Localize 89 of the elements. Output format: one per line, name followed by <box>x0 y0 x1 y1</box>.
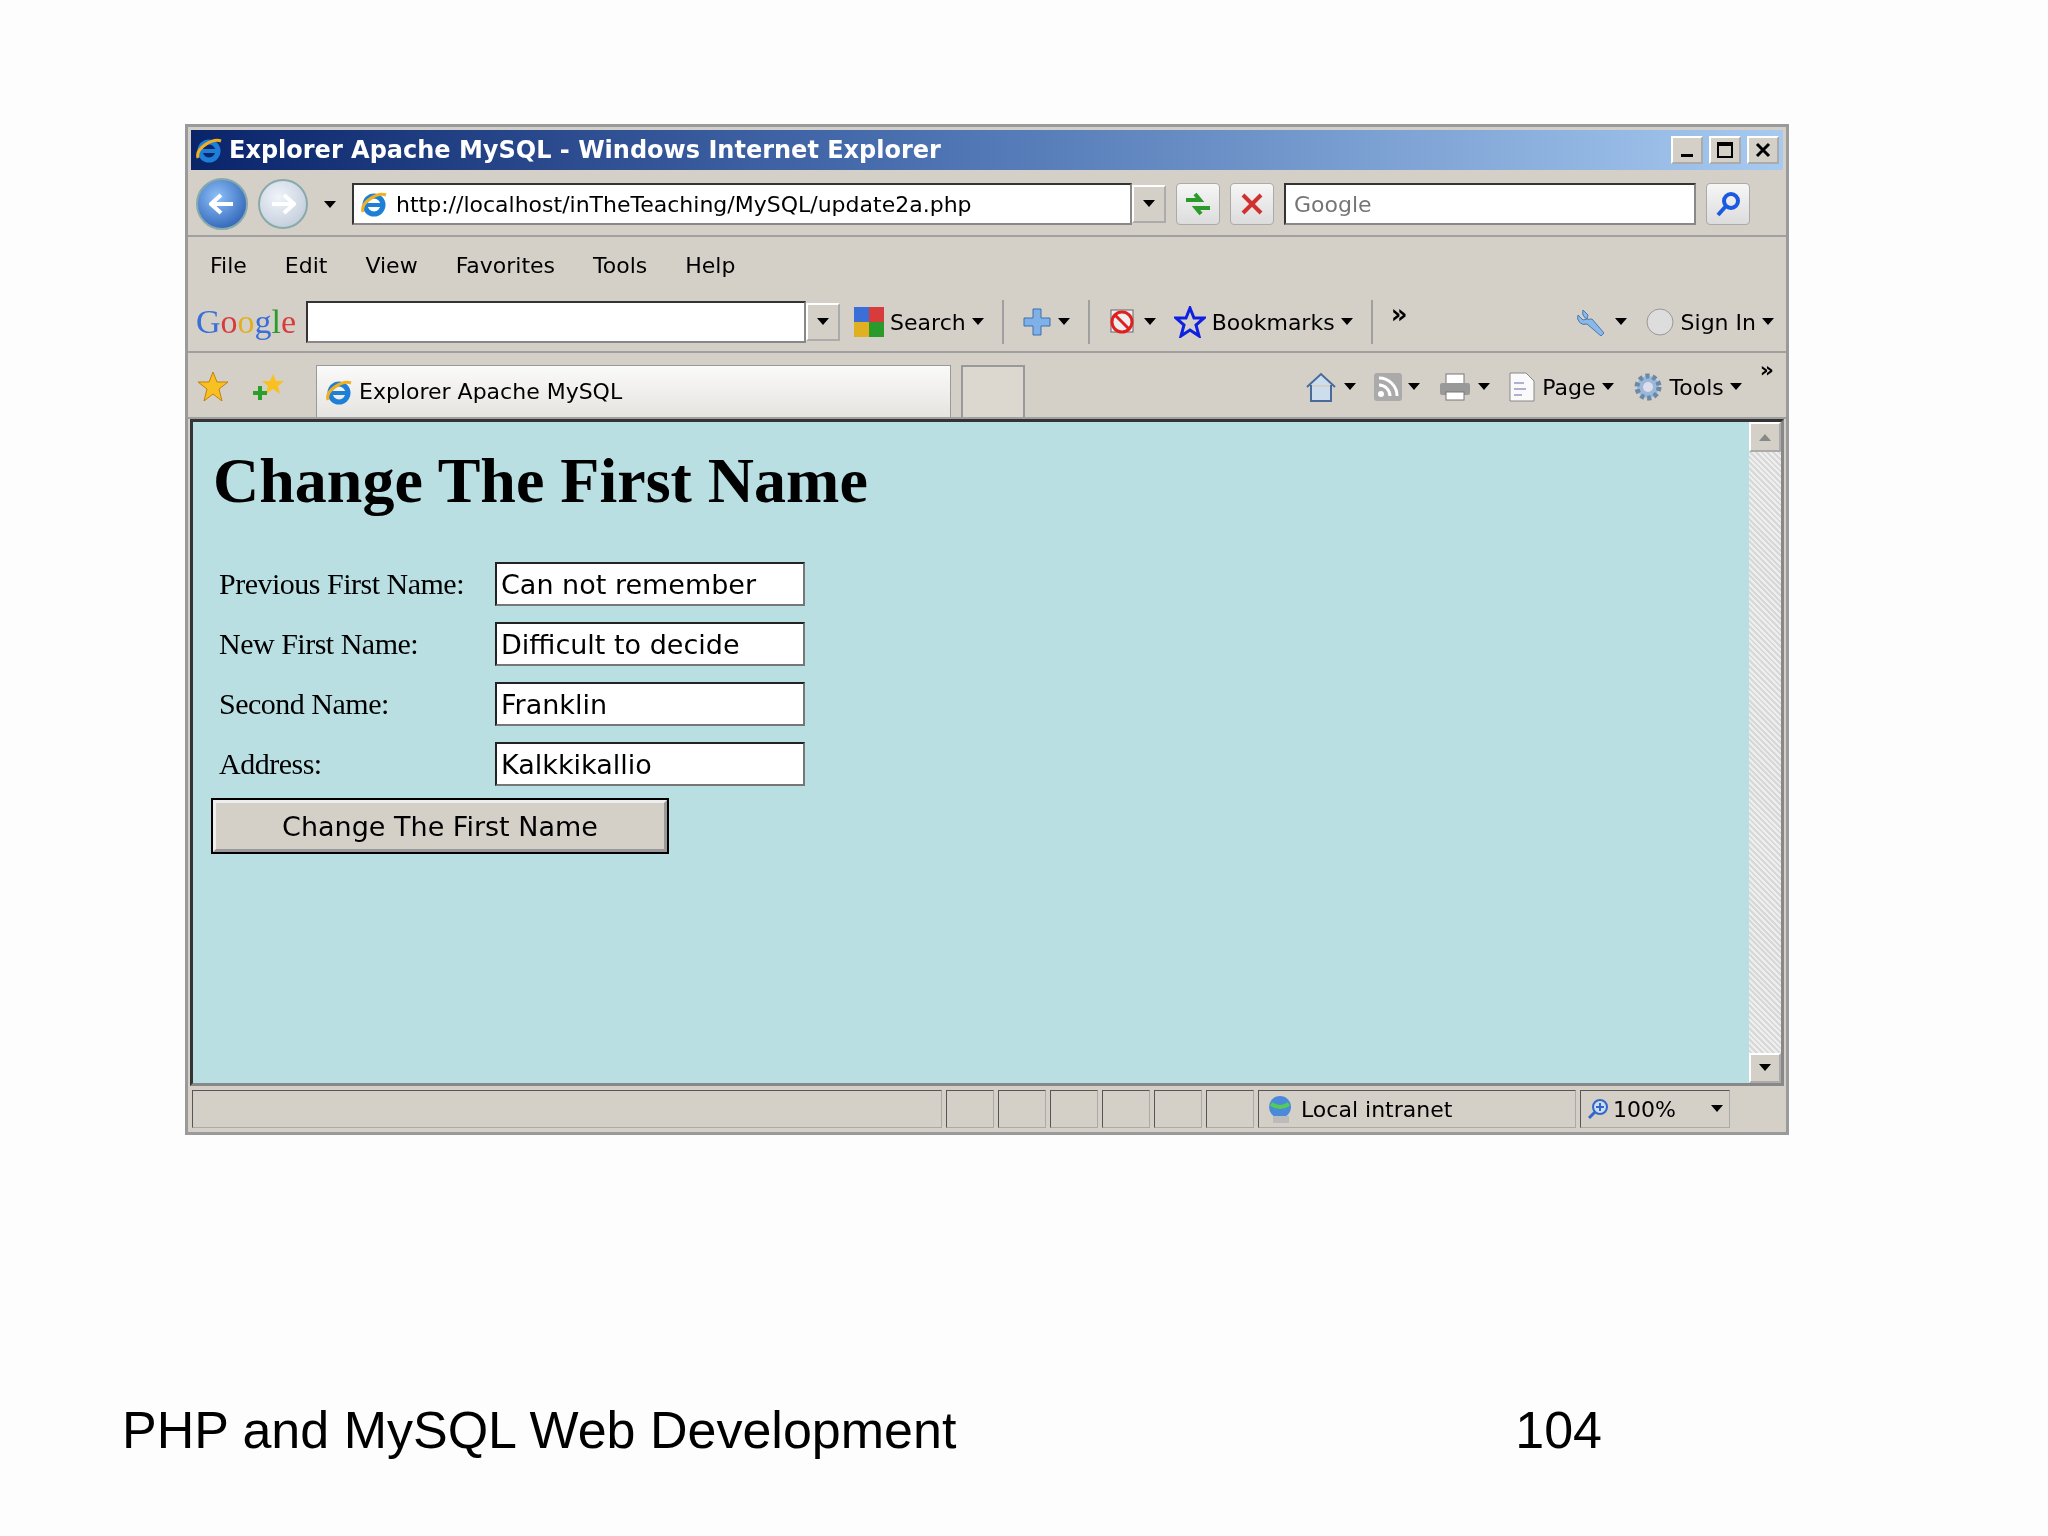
toolbar-search-field[interactable] <box>306 301 807 343</box>
caret-icon <box>1614 318 1627 326</box>
field-label: Second Name: <box>218 687 390 721</box>
zoom-level: 100% <box>1613 1096 1676 1122</box>
caret-icon <box>817 318 830 326</box>
browser-logo-icon <box>195 136 223 164</box>
stop-icon <box>1240 192 1264 216</box>
search-button[interactable] <box>1706 183 1750 225</box>
caret-icon <box>1478 383 1491 391</box>
printer-icon <box>1438 372 1473 402</box>
search-icon <box>1714 190 1742 218</box>
caret-icon <box>1711 1105 1723 1113</box>
field-label: Address: <box>218 747 323 781</box>
toolbar-logo: Google <box>196 303 297 341</box>
menu-item[interactable]: View <box>351 252 432 278</box>
web-query-field[interactable]: Google <box>1284 183 1696 225</box>
caret-icon <box>1729 383 1742 391</box>
menu-item[interactable]: Favorites <box>441 252 570 278</box>
close-icon <box>1755 142 1771 158</box>
menu-item[interactable]: Tools <box>579 252 662 278</box>
refresh-button[interactable] <box>1176 183 1220 225</box>
sign-in-button[interactable]: Sign In <box>1640 307 1778 337</box>
text-input[interactable]: Difficult to decide <box>495 622 805 666</box>
feed-icon <box>1374 373 1403 401</box>
up-arrow-icon <box>1759 433 1771 441</box>
status-pane <box>946 1090 994 1128</box>
page-icon <box>1508 371 1537 403</box>
caret-icon <box>324 200 336 209</box>
status-pane <box>998 1090 1046 1128</box>
status-pane <box>1102 1090 1150 1128</box>
address-field[interactable]: http://localhost/inTheTeaching/MySQL/update2a.php <box>352 183 1132 225</box>
menu-item[interactable]: Edit <box>270 252 342 278</box>
caret-icon <box>1057 318 1070 326</box>
refresh-icon <box>1183 190 1213 218</box>
caret-icon <box>1762 318 1774 326</box>
tools-menu-button[interactable]: Tools <box>1627 357 1746 417</box>
text-input[interactable]: Kalkkikallio <box>495 742 805 786</box>
text-input[interactable]: Can not remember <box>495 562 805 606</box>
bookmarks-button[interactable]: Bookmarks <box>1169 306 1357 338</box>
page-heading: Change The First Name <box>213 444 869 518</box>
more-button[interactable]: » <box>1386 299 1412 329</box>
zone-text: Local intranet <box>1301 1096 1453 1122</box>
caret-icon <box>1601 383 1614 391</box>
favorites-star-icon <box>196 370 230 404</box>
close-button[interactable] <box>1747 136 1779 164</box>
maximize-icon <box>1717 142 1733 158</box>
back-button[interactable] <box>196 178 248 230</box>
back-arrow-icon <box>209 193 235 215</box>
star-icon <box>1173 306 1206 338</box>
minimize-button[interactable] <box>1671 136 1703 164</box>
caret-icon <box>1344 383 1357 391</box>
submit-button[interactable]: Change The First Name <box>213 800 667 852</box>
menu-item[interactable]: File <box>196 252 261 278</box>
browser-logo-icon <box>360 190 388 218</box>
stop-button[interactable] <box>1230 183 1274 225</box>
browser-tab[interactable]: Explorer Apache MySQL <box>316 365 951 417</box>
avatar-icon <box>1644 307 1675 337</box>
caret-icon <box>971 318 984 326</box>
slide-number: 104 <box>1515 1400 1602 1460</box>
slide-footer: PHP and MySQL Web Development <box>122 1400 957 1460</box>
forward-arrow-icon <box>270 193 296 215</box>
toolbar-search-button[interactable]: Search <box>850 307 988 337</box>
down-arrow-icon <box>1759 1064 1771 1072</box>
caret-icon <box>1143 200 1155 208</box>
text-input[interactable]: Franklin <box>495 682 805 726</box>
zoom-control[interactable]: 100% <box>1580 1090 1730 1128</box>
caret-icon <box>1408 383 1421 391</box>
plus-icon <box>1021 307 1052 337</box>
window-title: Explorer Apache MySQL - Windows Internet Explorer <box>229 136 942 164</box>
more-commands-button[interactable]: » <box>1755 357 1778 382</box>
minimize-icon <box>1681 153 1693 157</box>
scroll-up-button[interactable] <box>1749 422 1781 452</box>
status-pane <box>1206 1090 1254 1128</box>
status-pane <box>1050 1090 1098 1128</box>
address-dropdown[interactable] <box>1132 185 1166 223</box>
caret-icon <box>1143 318 1156 326</box>
field-label: New First Name: <box>218 627 420 661</box>
field-label: Previous First Name: <box>218 567 465 601</box>
zoom-icon <box>1587 1098 1609 1120</box>
squares-icon <box>854 307 885 337</box>
scrollbar[interactable] <box>1749 422 1781 1083</box>
url-text: http://localhost/inTheTeaching/MySQL/update2a.php <box>396 191 973 217</box>
page-menu-button[interactable]: Page <box>1504 357 1618 417</box>
scroll-down-button[interactable] <box>1749 1053 1781 1083</box>
status-pane <box>1154 1090 1202 1128</box>
search-dropdown[interactable] <box>806 303 841 341</box>
maximize-button[interactable] <box>1709 136 1741 164</box>
menu-item[interactable]: Help <box>671 252 750 278</box>
caret-icon <box>1340 318 1353 326</box>
